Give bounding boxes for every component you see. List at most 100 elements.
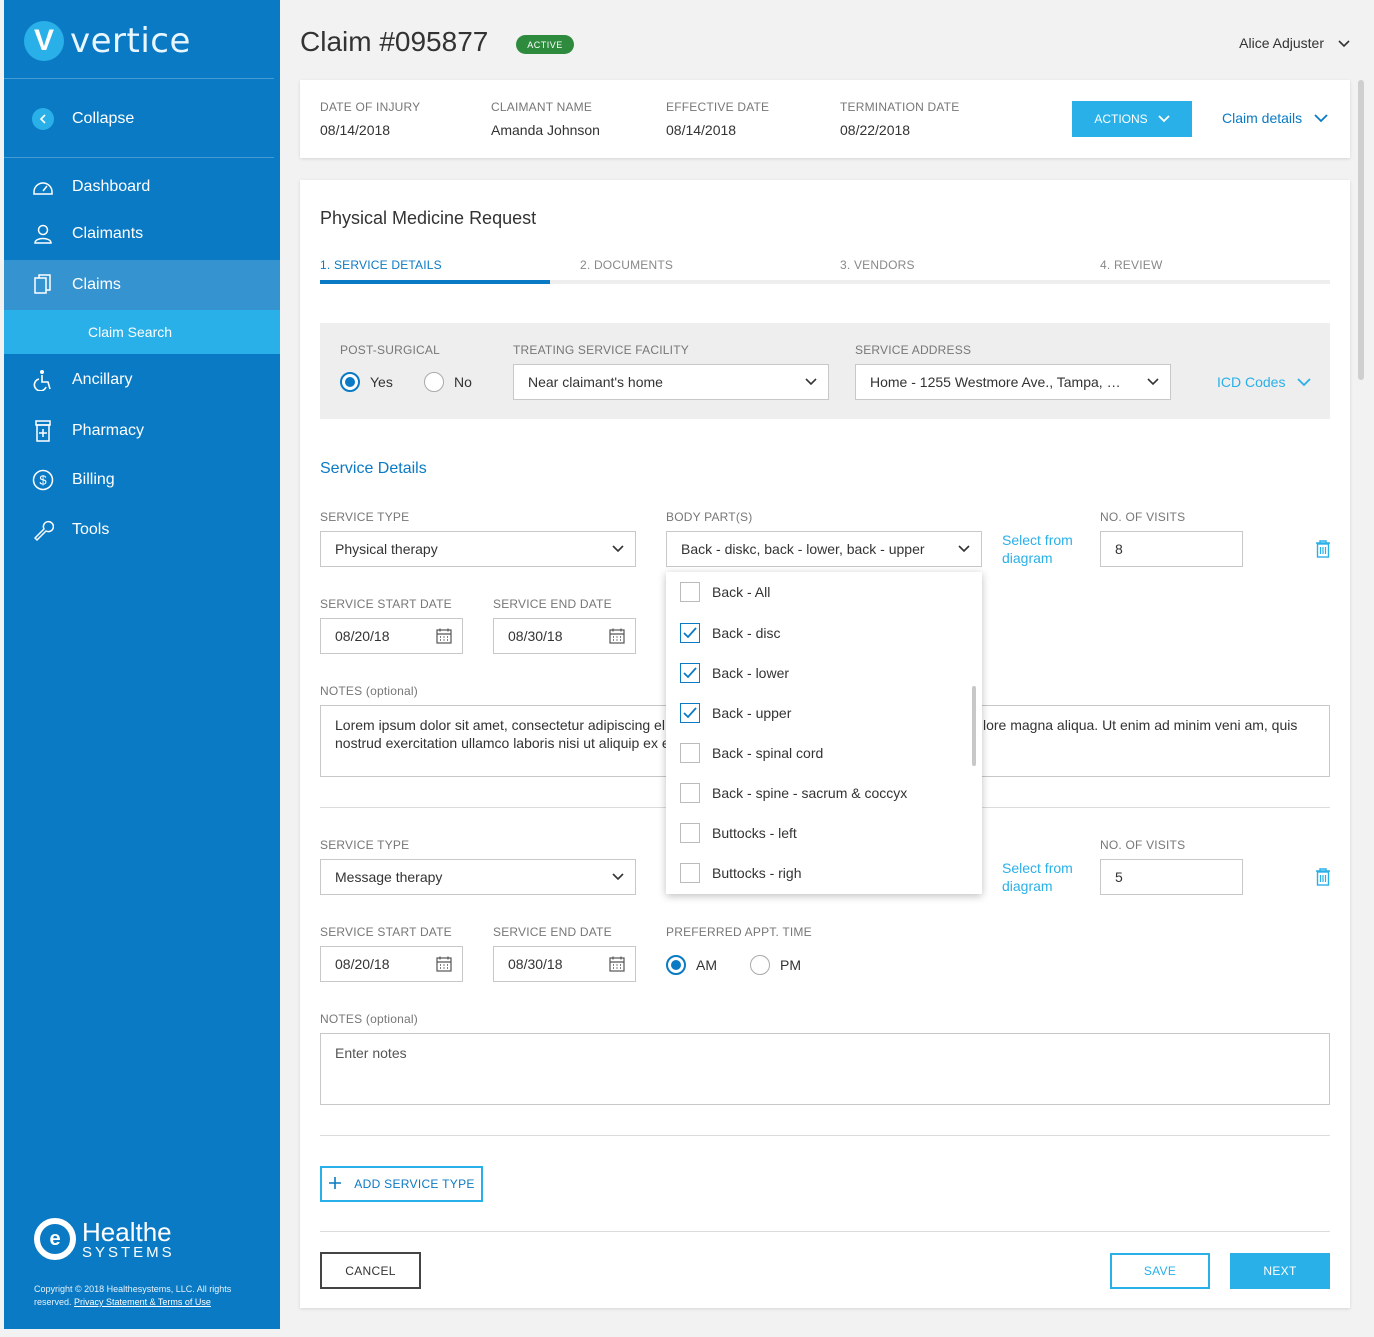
sidebar-item-billing[interactable]: $ Billing: [4, 457, 280, 503]
option-label: Buttocks - righ: [712, 865, 802, 881]
checkbox-checked[interactable]: [680, 623, 700, 643]
user-icon: [32, 223, 54, 245]
body-parts-value: Back - diskc, back - lower, back - upper: [681, 541, 925, 557]
checkbox-checked[interactable]: [680, 703, 700, 723]
visits-input[interactable]: 5: [1100, 859, 1243, 895]
divider: [320, 1135, 1330, 1136]
calendar-icon[interactable]: [436, 956, 452, 975]
notes-textarea[interactable]: Enter notes: [320, 1033, 1330, 1105]
body-part-option[interactable]: Back - All: [680, 580, 770, 604]
start-date-input[interactable]: 08/20/18: [320, 618, 463, 654]
checkbox-unchecked[interactable]: [680, 863, 700, 883]
checkbox-unchecked[interactable]: [680, 743, 700, 763]
service-type-select[interactable]: Message therapy: [320, 859, 636, 895]
body-part-option[interactable]: Buttocks - righ: [680, 861, 801, 885]
step-service-details[interactable]: 1. SERVICE DETAILS: [320, 258, 442, 272]
checkbox-unchecked[interactable]: [680, 823, 700, 843]
privacy-link[interactable]: Privacy Statement & Terms of Use: [74, 1297, 211, 1307]
claims-icon: [32, 274, 54, 296]
option-label: Back - upper: [712, 705, 792, 721]
user-menu[interactable]: Alice Adjuster: [1239, 35, 1350, 51]
step-documents[interactable]: 2. DOCUMENTS: [580, 258, 673, 272]
sidebar-item-pharmacy[interactable]: Pharmacy: [4, 408, 280, 454]
service-type-label: SERVICE TYPE: [320, 838, 410, 852]
sidebar-item-label: Ancillary: [72, 371, 133, 388]
start-date-label: SERVICE START DATE: [320, 925, 452, 939]
post-surgical-no-radio[interactable]: No: [424, 372, 472, 392]
next-label: NEXT: [1263, 1264, 1297, 1278]
service-type-select[interactable]: Physical therapy: [320, 531, 636, 567]
sidebar-item-claimants[interactable]: Claimants: [4, 211, 280, 257]
actions-button[interactable]: ACTIONS: [1072, 101, 1192, 137]
chevron-left-icon: [32, 108, 54, 130]
post-surgical-yes-radio[interactable]: Yes: [340, 372, 393, 392]
body-part-option[interactable]: Back - spinal cord: [680, 741, 823, 765]
body-parts-select[interactable]: Back - diskc, back - lower, back - upper: [666, 531, 982, 567]
next-button[interactable]: NEXT: [1230, 1253, 1330, 1289]
body-part-option[interactable]: Back - spine - sacrum & coccyx: [680, 781, 907, 805]
select-from-diagram-link[interactable]: Select from diagram: [1002, 531, 1073, 567]
sidebar-subitem-claim-search[interactable]: Claim Search: [4, 310, 280, 354]
trash-icon[interactable]: [1315, 868, 1331, 891]
summary-label: DATE OF INJURY: [320, 100, 421, 114]
body-part-option[interactable]: Back - upper: [680, 701, 791, 725]
visits-label: NO. OF VISITS: [1100, 510, 1186, 524]
sidebar-item-claims[interactable]: Claims: [4, 260, 280, 310]
chevron-down-icon: [601, 545, 635, 553]
service-location-panel: POST-SURGICAL Yes No TREATING SERVICE FA…: [320, 323, 1330, 419]
summary-value: Amanda Johnson: [491, 122, 600, 138]
calendar-icon[interactable]: [609, 628, 625, 647]
logo[interactable]: V vertice: [24, 20, 191, 62]
body-part-option[interactable]: Back - disc: [680, 621, 780, 645]
end-date-input[interactable]: 08/30/18: [493, 946, 636, 982]
save-button[interactable]: SAVE: [1110, 1253, 1210, 1289]
address-select[interactable]: Home - 1255 Westmore Ave., Tampa, FL 336…: [855, 364, 1171, 400]
stepper: 1. SERVICE DETAILS 2. DOCUMENTS 3. VENDO…: [320, 258, 1330, 284]
sidebar-item-ancillary[interactable]: Ancillary: [4, 357, 280, 403]
sidebar-divider: [4, 157, 274, 158]
start-date-input[interactable]: 08/20/18: [320, 946, 463, 982]
checkbox-unchecked[interactable]: [680, 582, 700, 602]
collapse-button[interactable]: Collapse: [4, 96, 280, 142]
body-part-option[interactable]: Back - lower: [680, 661, 789, 685]
step-review[interactable]: 4. REVIEW: [1100, 258, 1162, 272]
form-title: Physical Medicine Request: [320, 208, 537, 228]
sidebar-item-tools[interactable]: Tools: [4, 507, 280, 553]
trash-icon[interactable]: [1315, 540, 1331, 563]
icd-codes-toggle[interactable]: ICD Codes: [1217, 374, 1312, 390]
select-from-diagram-link[interactable]: Select from diagram: [1002, 859, 1073, 895]
dropdown-scrollbar[interactable]: [972, 686, 976, 766]
link-line: Select from: [1002, 860, 1073, 876]
appt-am-radio[interactable]: AM: [666, 955, 717, 975]
facility-select[interactable]: Near claimant's home: [513, 364, 829, 400]
checkbox-unchecked[interactable]: [680, 783, 700, 803]
summary-claimant-name: CLAIMANT NAME Amanda Johnson: [491, 100, 600, 138]
healthe-logo-mark: e: [34, 1218, 76, 1260]
claim-details-toggle[interactable]: Claim details: [1222, 110, 1328, 126]
visits-label: NO. OF VISITS: [1100, 838, 1186, 852]
sidebar-item-dashboard[interactable]: Dashboard: [4, 164, 280, 210]
cancel-button[interactable]: CANCEL: [320, 1252, 421, 1289]
end-date-input[interactable]: 08/30/18: [493, 618, 636, 654]
divider: [320, 1231, 1330, 1232]
summary-date-of-injury: DATE OF INJURY 08/14/2018: [320, 100, 420, 138]
claim-summary-card: DATE OF INJURY 08/14/2018 CLAIMANT NAME …: [300, 80, 1350, 158]
page-scrollbar[interactable]: [1358, 80, 1364, 380]
cancel-label: CANCEL: [345, 1263, 396, 1278]
calendar-icon[interactable]: [609, 956, 625, 975]
checkbox-checked[interactable]: [680, 663, 700, 683]
summary-termination-date: TERMINATION DATE 08/22/2018: [840, 100, 959, 138]
calendar-icon[interactable]: [436, 628, 452, 647]
body-parts-label: BODY PART(S): [666, 510, 753, 524]
appt-pm-radio[interactable]: PM: [750, 955, 801, 975]
add-service-type-button[interactable]: ADD SERVICE TYPE: [320, 1166, 483, 1202]
user-name: Alice Adjuster: [1239, 35, 1324, 51]
step-vendors[interactable]: 3. VENDORS: [840, 258, 915, 272]
visits-input[interactable]: 8: [1100, 531, 1243, 567]
radio-selected: [340, 372, 360, 392]
notes-label-text: NOTES: [320, 684, 363, 698]
sidebar-item-label: Pharmacy: [72, 422, 145, 439]
body-part-option[interactable]: Buttocks - left: [680, 821, 797, 845]
summary-label: TERMINATION DATE: [840, 100, 960, 114]
end-date-value: 08/30/18: [508, 628, 563, 644]
